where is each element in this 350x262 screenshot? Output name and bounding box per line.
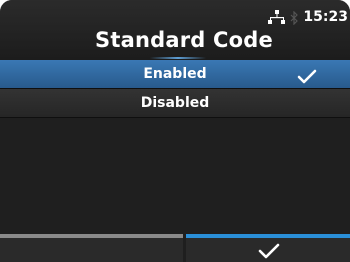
- option-list: Enabled Disabled: [0, 60, 350, 118]
- option-enabled[interactable]: Enabled: [0, 60, 350, 89]
- status-bar: 15:23: [268, 9, 348, 26]
- option-label: Disabled: [140, 95, 210, 111]
- network-icon: [268, 9, 286, 25]
- check-icon: [297, 67, 317, 84]
- option-disabled[interactable]: Disabled: [0, 89, 350, 118]
- check-icon: [258, 242, 280, 260]
- bluetooth-icon: [290, 10, 299, 26]
- confirm-button[interactable]: [186, 234, 350, 262]
- page-title: Standard Code: [95, 28, 273, 52]
- softkey-left-button[interactable]: [0, 234, 183, 262]
- option-label: Enabled: [143, 66, 207, 82]
- printer-screen: Standard Code 15:23 Enabled Disabled: [0, 0, 350, 262]
- footer-softkeys: [0, 234, 350, 262]
- title-underline: [150, 57, 206, 59]
- clock: 15:23: [303, 9, 348, 25]
- header: Standard Code 15:23: [0, 0, 350, 60]
